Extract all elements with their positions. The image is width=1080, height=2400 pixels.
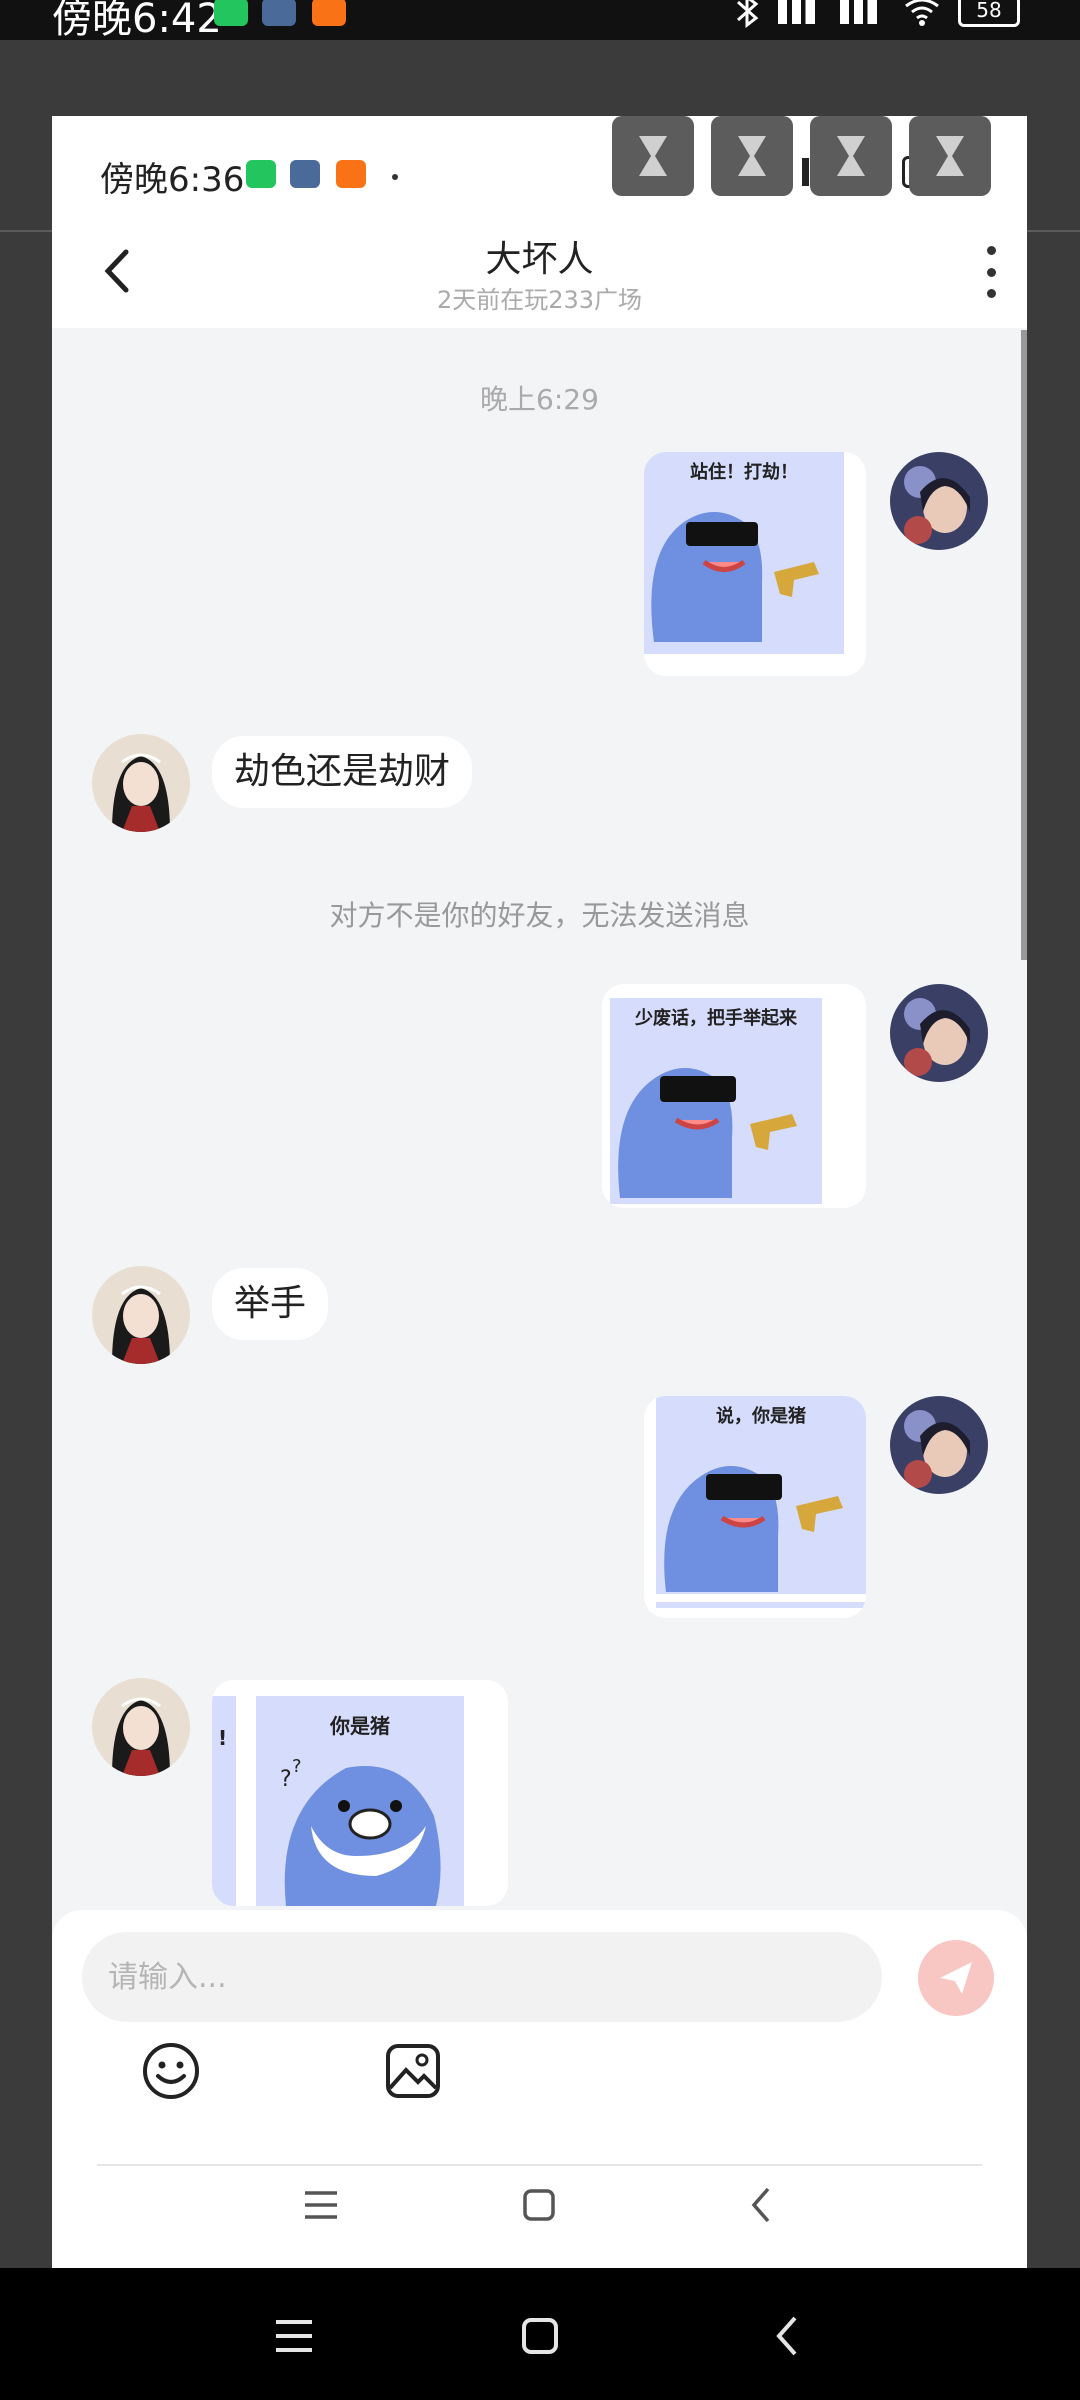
shark-sticker-icon [651, 512, 819, 642]
message-bubble[interactable]: 举手 [212, 1268, 329, 1340]
home-icon [523, 2189, 555, 2221]
contact-avatar[interactable] [92, 734, 190, 832]
hourglass-icon [936, 136, 964, 176]
message-bubble[interactable]: 少废话，把手举起来 [602, 984, 866, 1208]
sticker-image-partial: ! [212, 1696, 236, 1906]
menu-icon [305, 2191, 337, 2219]
svg-text:?: ? [280, 1767, 292, 1792]
chat-screenshot: 傍晚6:36 60 大坏人 2天前在玩233广场 晚 [52, 116, 1027, 2268]
message-input[interactable] [82, 1932, 882, 2022]
chat-header: 大坏人 2天前在玩233广场 [52, 216, 1027, 328]
sticker-image: 你是猪 ? ? [256, 1696, 464, 1906]
inner-back-button[interactable] [736, 2180, 786, 2230]
my-avatar[interactable] [890, 984, 988, 1082]
my-avatar[interactable] [890, 1396, 988, 1494]
emoji-icon [143, 2043, 199, 2099]
send-icon [940, 1962, 972, 1994]
sticker-image: 少废话，把手举起来 [610, 998, 822, 1204]
overlay-timer-button-4[interactable] [909, 116, 991, 196]
outer-status-bar: 傍晚6:42 58 [0, 0, 1080, 42]
menu-button[interactable] [266, 2308, 322, 2364]
notification-dot [392, 174, 398, 180]
image-button[interactable] [382, 2040, 444, 2102]
bluetooth-icon [737, 0, 759, 28]
shark-sticker-icon [664, 1466, 843, 1592]
sticker-image: 说，你是猪 [656, 1396, 866, 1594]
menu-icon [276, 2320, 312, 2352]
wechat-icon [246, 160, 276, 188]
message-bubble[interactable]: ! 你是猪 ? ? [212, 1680, 508, 1906]
home-icon [522, 2318, 558, 2354]
signal-2-icon [840, 0, 886, 24]
inner-clock: 傍晚6:36 [100, 160, 245, 200]
contact-avatar[interactable] [92, 1266, 190, 1364]
composer-divider [97, 2164, 982, 2166]
image-icon [386, 2044, 440, 2098]
overlay-timer-button-3[interactable] [810, 116, 892, 196]
avatar-image [890, 452, 988, 550]
send-button[interactable] [918, 1940, 994, 2016]
wechat-icon [214, 0, 248, 26]
inner-menu-button[interactable] [296, 2180, 346, 2230]
sticker-edge [656, 1602, 866, 1608]
my-avatar[interactable] [890, 452, 988, 550]
battery-indicator: 58 [958, 0, 1020, 27]
scrollbar[interactable] [1021, 330, 1027, 960]
system-notice: 对方不是你的好友，无法发送消息 [329, 899, 750, 932]
sticker-image: 站住！打劫！ [644, 452, 844, 654]
system-nav-bar [0, 2268, 1080, 2400]
avatar-image [92, 734, 190, 832]
camera-app-icon [312, 0, 346, 26]
home-button[interactable] [512, 2308, 568, 2364]
signal-icon [778, 0, 824, 24]
chat-subtitle: 2天前在玩233广场 [436, 286, 643, 314]
shark-sticker-icon [618, 1068, 797, 1198]
camera-app-icon [336, 160, 366, 188]
avatar-image [92, 1266, 190, 1364]
avatar-image [890, 1396, 988, 1494]
shark-sticker-icon: ? ? [280, 1756, 441, 1906]
hourglass-icon [639, 136, 667, 176]
message-bubble[interactable]: 说，你是猪 [644, 1396, 866, 1618]
back-nav-icon [776, 2316, 797, 2356]
more-icon [986, 246, 996, 255]
back-nav-icon [751, 2187, 770, 2223]
emoji-button[interactable] [140, 2040, 202, 2102]
sticker-side-mark: ! [218, 1726, 228, 1750]
hourglass-icon [738, 136, 766, 176]
overlay-timer-button-2[interactable] [711, 116, 793, 196]
svg-text:?: ? [292, 1756, 302, 1777]
message-bubble[interactable]: 站住！打劫！ [644, 452, 866, 676]
avatar-image [92, 1678, 190, 1776]
settings-app-icon [262, 0, 296, 26]
avatar-image [890, 984, 988, 1082]
contact-avatar[interactable] [92, 1678, 190, 1776]
settings-app-icon [290, 160, 320, 188]
chat-title: 大坏人 [485, 239, 594, 280]
more-options-button[interactable] [981, 246, 1001, 298]
back-button[interactable] [758, 2308, 814, 2364]
outer-clock: 傍晚6:42 [52, 0, 222, 42]
composer [52, 1910, 1027, 2268]
chat-timestamp: 晚上6:29 [480, 383, 599, 416]
overlay-timer-button-1[interactable] [612, 116, 694, 196]
inner-home-button[interactable] [514, 2180, 564, 2230]
message-bubble[interactable]: 劫色还是劫财 [212, 736, 473, 808]
hourglass-icon [837, 136, 865, 176]
wifi-icon [905, 0, 939, 26]
